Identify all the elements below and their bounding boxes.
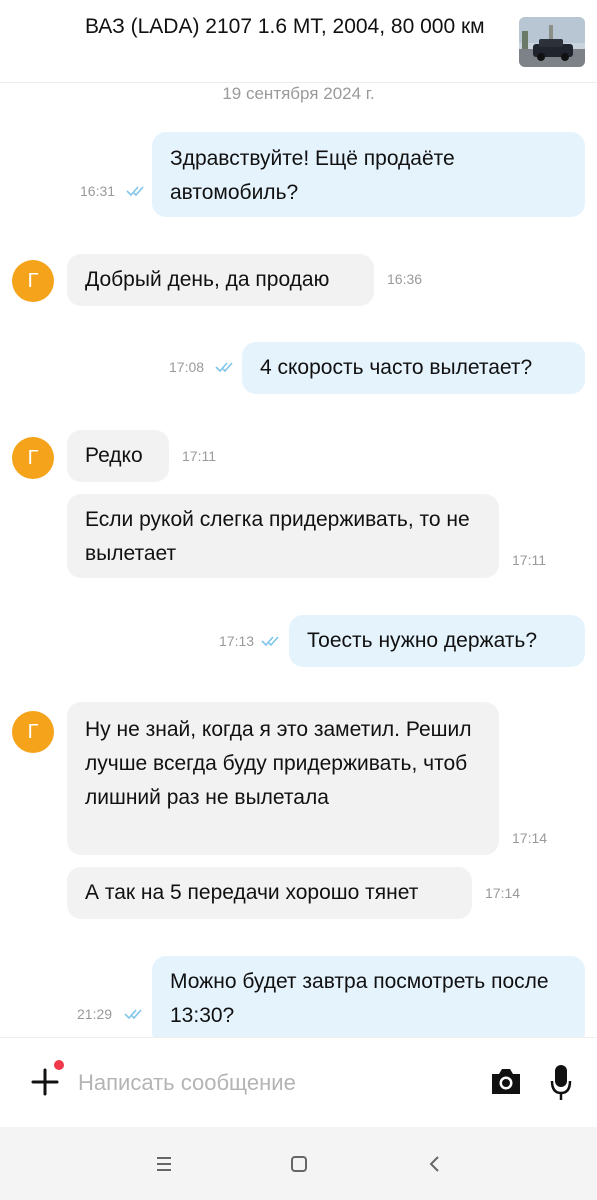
message-time: 17:11 bbox=[182, 448, 216, 464]
incoming-message[interactable]: Если рукой слегка придерживать, то не вы… bbox=[67, 494, 546, 578]
message-text: Тоесть нужно держать? bbox=[307, 629, 538, 652]
incoming-message[interactable]: Добрый день, да продаю bbox=[67, 254, 374, 306]
message-input[interactable] bbox=[76, 1062, 470, 1104]
message-time: 17:14 bbox=[485, 885, 521, 901]
incoming-message[interactable]: Редко bbox=[67, 430, 169, 482]
chat-screen: ВАЗ (LADA) 2107 1.6 MT, 2004, 80 000 км … bbox=[0, 0, 597, 1200]
double-check-icon bbox=[124, 1009, 142, 1020]
message-text: Здравствуйте! Ещё продаёте автомобиль? bbox=[170, 147, 455, 204]
avatar[interactable]: Г bbox=[12, 260, 54, 302]
outgoing-message[interactable]: Тоесть нужно держать? bbox=[289, 615, 585, 667]
message-time: 17:11 bbox=[512, 552, 546, 568]
outgoing-message[interactable]: Можно будет завтра посмотреть после 13:3… bbox=[152, 956, 585, 1037]
message-time: 17:13 bbox=[219, 633, 255, 649]
double-check-icon bbox=[126, 186, 144, 197]
notification-dot bbox=[54, 1060, 64, 1070]
message-time: 17:08 bbox=[169, 359, 205, 375]
message-text: Можно будет завтра посмотреть после 13:3… bbox=[170, 970, 549, 1027]
message-text: 4 скорость часто вылетает? bbox=[260, 356, 533, 379]
home-icon[interactable] bbox=[284, 1149, 314, 1179]
message-list[interactable]: 19 сентября 2024 г. 16:31 Здравствуйте! … bbox=[0, 82, 597, 1037]
message-time: 21:29 bbox=[77, 1006, 113, 1022]
double-check-icon bbox=[261, 636, 279, 647]
message-time: 17:14 bbox=[512, 830, 548, 846]
outgoing-message[interactable]: 4 скорость часто вылетает? bbox=[242, 342, 585, 394]
microphone-icon[interactable] bbox=[550, 1063, 572, 1103]
outgoing-message[interactable]: Здравствуйте! Ещё продаёте автомобиль? bbox=[152, 132, 585, 217]
listing-title[interactable]: ВАЗ (LADA) 2107 1.6 MT, 2004, 80 000 км bbox=[85, 12, 485, 42]
listing-thumbnail[interactable] bbox=[519, 17, 585, 67]
message-text: Ну не знай, когда я это заметил. Решил л… bbox=[85, 718, 472, 809]
message-composer bbox=[0, 1037, 597, 1128]
camera-icon[interactable] bbox=[489, 1065, 523, 1097]
system-navigation-bar bbox=[0, 1127, 597, 1200]
message-time: 16:36 bbox=[387, 271, 423, 287]
date-separator: 19 сентября 2024 г. bbox=[222, 84, 375, 103]
message-text: Если рукой слегка придерживать, то не вы… bbox=[85, 508, 470, 565]
incoming-message[interactable]: А так на 5 передачи хорошо тянет bbox=[67, 867, 472, 919]
message-text: А так на 5 передачи хорошо тянет bbox=[85, 881, 419, 904]
incoming-message[interactable]: Ну не знай, когда я это заметил. Решил л… bbox=[67, 702, 547, 855]
back-icon[interactable] bbox=[420, 1149, 450, 1179]
listing-header[interactable]: ВАЗ (LADA) 2107 1.6 MT, 2004, 80 000 км bbox=[0, 0, 597, 83]
double-check-icon bbox=[215, 362, 233, 373]
message-text: Редко bbox=[85, 444, 143, 467]
avatar[interactable]: Г bbox=[12, 711, 54, 753]
avatar[interactable]: Г bbox=[12, 437, 54, 479]
menu-icon[interactable] bbox=[149, 1149, 179, 1179]
message-time: 16:31 bbox=[80, 183, 116, 199]
message-text: Добрый день, да продаю bbox=[85, 268, 330, 291]
